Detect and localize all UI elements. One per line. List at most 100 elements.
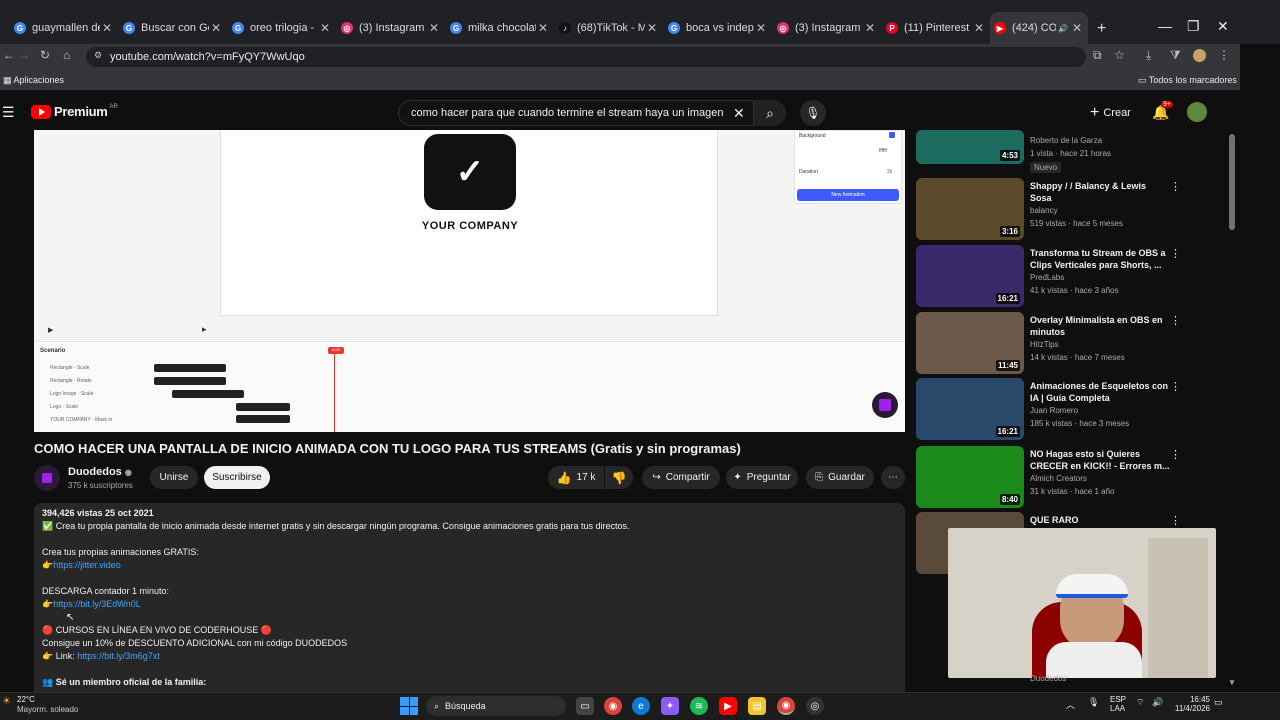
chrome-active-icon[interactable]: ◉ xyxy=(777,697,795,715)
dislike-button[interactable]: 👎 xyxy=(605,466,633,489)
create-button[interactable]: + Crear xyxy=(1090,104,1131,122)
browser-tab[interactable]: ▶ (424) COMO🔊✕ xyxy=(990,12,1088,44)
share-button[interactable]: ↪ Compartir xyxy=(642,466,720,489)
tab-close-icon[interactable]: ✕ xyxy=(972,21,986,35)
coderhouse-link[interactable]: https://bit.ly/3m6g7xt xyxy=(77,651,160,661)
back-icon[interactable]: ← xyxy=(3,48,15,62)
browser-tab[interactable]: Gboca vs independ✕ xyxy=(668,16,768,40)
browser-tab[interactable]: ◎ (3) Instagram ✕ xyxy=(341,16,441,40)
video-channel[interactable]: PredLabs xyxy=(1030,273,1064,282)
clock[interactable]: 16:45 11/4/2026 xyxy=(1172,695,1210,713)
chrome-icon[interactable]: ◉ xyxy=(604,697,622,715)
more-options-icon[interactable]: ⋮ xyxy=(1170,514,1181,527)
mic-tray-icon[interactable]: 🎙 xyxy=(1088,697,1099,708)
site-info-icon[interactable]: ⚙ xyxy=(94,50,102,61)
video-title[interactable]: NO Hagas esto si Quieres CRECER en KICK!… xyxy=(1030,448,1170,472)
video-channel[interactable]: balancy xyxy=(1030,206,1058,215)
tray-expand-icon[interactable]: ︿ xyxy=(1066,698,1075,711)
search-button[interactable]: ⌕ xyxy=(754,100,786,126)
tab-close-icon[interactable]: ✕ xyxy=(536,21,550,35)
browser-tab[interactable]: Goreo trilogia - Bu✕ xyxy=(232,16,332,40)
extensions-icon[interactable]: ⧩ xyxy=(1170,48,1181,63)
tab-close-icon[interactable]: ✕ xyxy=(100,21,114,35)
recommended-video[interactable]: 16:21 Animaciones de Esqueletos con IA | … xyxy=(916,378,1216,442)
video-channel[interactable]: Almich Creators xyxy=(1030,474,1087,483)
notification-center-icon[interactable]: ▭ xyxy=(1214,697,1223,708)
downloads-icon[interactable]: ⤓ xyxy=(1146,48,1151,63)
video-title[interactable]: Animaciones de Esqueletos con IA | Guía … xyxy=(1030,380,1170,404)
tab-audio-icon[interactable]: 🔊 xyxy=(1056,24,1070,33)
page-scrollbar[interactable] xyxy=(1229,134,1235,230)
home-icon[interactable]: ⌂ xyxy=(63,48,70,62)
apps-shortcut[interactable]: ▦ Aplicaciones xyxy=(3,75,64,86)
clear-search-icon[interactable]: ✕ xyxy=(733,105,745,122)
video-channel[interactable]: Juan Romero xyxy=(1030,406,1078,415)
browser-tab[interactable]: ◎ (3) Instagram ✕ xyxy=(777,16,877,40)
taskbar-search[interactable]: ⌕ Búsqueda xyxy=(426,696,566,716)
browser-tab[interactable]: P (11) Pinterest ✕ xyxy=(886,16,986,40)
video-description[interactable]: 394,426 vistas 25 oct 2021 ✅ Crea tu pro… xyxy=(34,503,905,703)
scroll-down-icon[interactable]: ▼ xyxy=(1228,678,1236,687)
video-player[interactable]: ✓ YOUR COMPANY Background ffffff Duratio… xyxy=(34,130,905,432)
video-channel[interactable]: HitzTips xyxy=(1030,340,1059,349)
like-button[interactable]: 👍 17 k xyxy=(548,466,604,489)
ask-button[interactable]: ✦ Preguntar xyxy=(726,466,798,489)
forward-icon[interactable]: → xyxy=(18,48,30,62)
minimize-button[interactable]: — xyxy=(1158,18,1172,34)
counter-link[interactable]: https://bit.ly/3EdWn0L xyxy=(53,599,141,609)
new-tab-button[interactable]: + xyxy=(1097,20,1106,38)
tab-close-icon[interactable]: ✕ xyxy=(1070,21,1084,35)
more-options-icon[interactable]: ⋮ xyxy=(1170,247,1181,260)
maximize-button[interactable]: ❐ xyxy=(1187,18,1200,35)
tab-close-icon[interactable]: ✕ xyxy=(645,21,659,35)
more-options-icon[interactable]: ⋮ xyxy=(1170,448,1181,461)
language-indicator[interactable]: ESP LAA xyxy=(1110,695,1126,713)
recommended-video[interactable]: 3:16 Shappy / / Balancy & Lewis Sosa ⋮ bala… xyxy=(916,178,1216,242)
video-title[interactable]: Overlay Minimalista en OBS en minutos xyxy=(1030,314,1170,338)
more-options-icon[interactable]: ⋮ xyxy=(1170,380,1181,393)
youtube-app-icon[interactable]: ▶ xyxy=(719,697,737,715)
reload-icon[interactable]: ↻ xyxy=(40,48,50,62)
tab-close-icon[interactable]: ✕ xyxy=(318,21,332,35)
video-title[interactable]: Transforma tu Stream de OBS a Clips Vert… xyxy=(1030,247,1170,271)
video-title[interactable]: Shappy / / Balancy & Lewis Sosa xyxy=(1030,180,1170,204)
browser-tab[interactable]: G Buscar con Goog✕ xyxy=(123,16,223,40)
join-button[interactable]: Unirse xyxy=(150,466,198,489)
video-thumbnail[interactable]: 16:21 xyxy=(916,378,1024,440)
spotify-icon[interactable]: ≋ xyxy=(690,697,708,715)
video-thumbnail[interactable]: 8:40 xyxy=(916,446,1024,508)
browser-menu-icon[interactable]: ⋮ xyxy=(1218,48,1230,62)
install-app-icon[interactable]: ⧉ xyxy=(1093,48,1102,63)
hamburger-menu-icon[interactable]: ☰ xyxy=(2,104,15,121)
address-bar[interactable]: ⚙ youtube.com/watch?v=mFyQY7WwUqo xyxy=(86,47,1086,67)
tab-close-icon[interactable]: ✕ xyxy=(427,21,441,35)
channel-name[interactable]: Duodedos ◉ xyxy=(68,466,132,478)
search-input[interactable]: como hacer para que cuando termine el st… xyxy=(398,100,754,126)
voice-search-button[interactable]: 🎙 xyxy=(800,100,826,126)
video-title[interactable]: QUE RARO xyxy=(1030,514,1170,526)
jitter-link[interactable]: https://jitter.video xyxy=(53,560,121,570)
recommended-video[interactable]: 11:45 Overlay Minimalista en OBS en minut… xyxy=(916,312,1216,376)
youtube-premium-logo[interactable]: Premium AR xyxy=(31,104,118,119)
tab-close-icon[interactable]: ✕ xyxy=(754,21,768,35)
tab-close-icon[interactable]: ✕ xyxy=(209,21,223,35)
tab-close-icon[interactable]: ✕ xyxy=(863,21,877,35)
obs-icon[interactable]: ◎ xyxy=(806,697,824,715)
recommended-video[interactable]: 16:21 Transforma tu Stream de OBS a Clips… xyxy=(916,245,1216,309)
recommended-video[interactable]: 8:40 NO Hagas esto si Quieres CRECER en K… xyxy=(916,446,1216,510)
video-thumbnail[interactable]: 4:53 xyxy=(916,130,1024,164)
more-actions-button[interactable]: ⋯ xyxy=(881,466,905,489)
profile-avatar[interactable] xyxy=(1193,49,1206,62)
subscribe-button[interactable]: Suscribirse xyxy=(204,466,270,489)
account-avatar[interactable] xyxy=(1187,102,1207,122)
volume-icon[interactable]: 🔊 xyxy=(1152,697,1163,708)
video-thumbnail[interactable]: 16:21 xyxy=(916,245,1024,307)
bookmark-star-icon[interactable]: ☆ xyxy=(1114,48,1125,62)
file-explorer-icon[interactable]: ▤ xyxy=(748,697,766,715)
channel-avatar[interactable] xyxy=(34,465,60,491)
windows-start-icon[interactable] xyxy=(400,697,418,715)
more-options-icon[interactable]: ⋮ xyxy=(1170,180,1181,193)
video-thumbnail[interactable]: 3:16 xyxy=(916,178,1024,240)
browser-tab[interactable]: Gguaymallen de m✕ xyxy=(14,16,114,40)
wifi-icon[interactable]: ⌔ xyxy=(1136,697,1144,708)
